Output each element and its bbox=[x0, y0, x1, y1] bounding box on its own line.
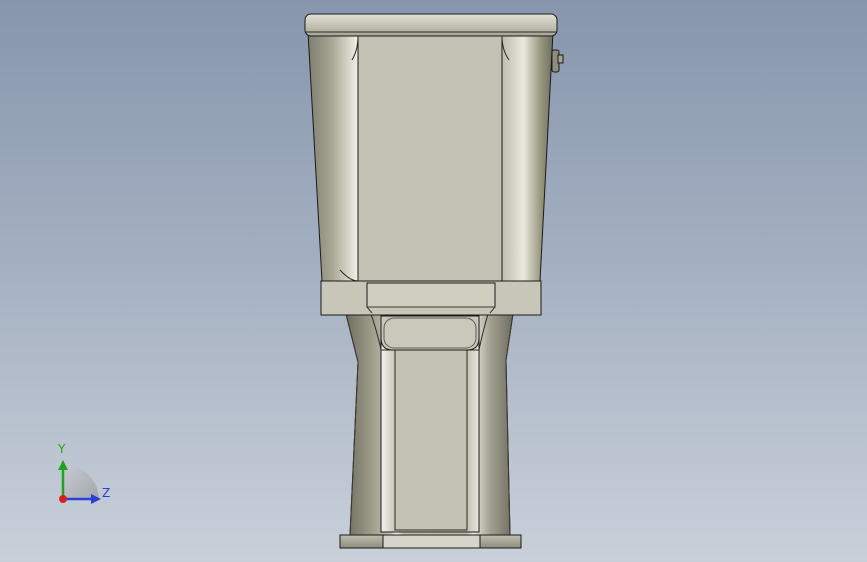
graphics-viewport[interactable]: Y Z bbox=[0, 0, 867, 562]
tank[interactable] bbox=[307, 31, 554, 282]
pedestal[interactable] bbox=[345, 313, 514, 536]
x-axis-point bbox=[59, 495, 67, 503]
base-foot[interactable] bbox=[339, 534, 522, 549]
axis-triad bbox=[58, 460, 101, 504]
tank-lid[interactable] bbox=[304, 13, 558, 37]
toilet-model[interactable] bbox=[0, 0, 867, 562]
flush-handle[interactable] bbox=[551, 49, 564, 73]
tank-skirt[interactable] bbox=[320, 280, 542, 316]
triad-z-label: Z bbox=[102, 486, 111, 500]
triad-y-label: Y bbox=[58, 442, 66, 456]
